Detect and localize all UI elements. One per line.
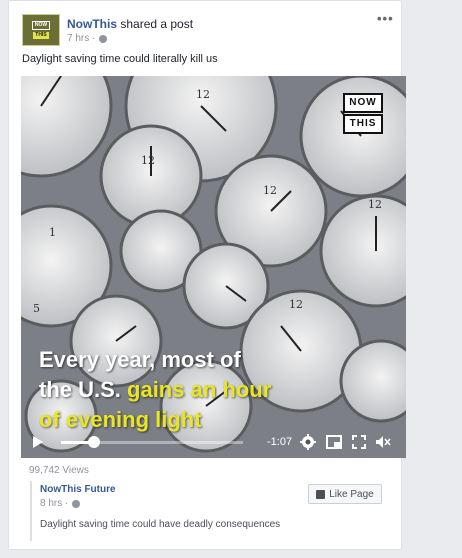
- post-timestamp[interactable]: 7 hrs ·: [67, 33, 95, 44]
- play-icon[interactable]: [33, 436, 43, 448]
- overlay-line-2: the U.S. gains an hour: [39, 375, 271, 405]
- fullscreen-icon[interactable]: [351, 434, 367, 450]
- svg-text:12: 12: [141, 154, 155, 167]
- globe-icon: [99, 34, 108, 43]
- svg-text:1: 1: [49, 226, 56, 239]
- author-link[interactable]: NowThis: [67, 17, 117, 31]
- scrubber-handle[interactable]: [87, 436, 100, 448]
- more-options-icon[interactable]: •••: [377, 11, 394, 26]
- overlay-line-2-highlight: gains an hour: [127, 377, 272, 402]
- like-page-button[interactable]: Like Page: [308, 484, 382, 504]
- nowthis-watermark: NOW THIS: [343, 93, 383, 134]
- like-page-label: Like Page: [329, 488, 374, 500]
- overlay-line-1: Every year, most of: [39, 347, 241, 372]
- avatar-logo-top: NOW: [31, 21, 51, 30]
- shared-post: NowThis Future 8 hrs · Like Page Dayligh…: [30, 481, 402, 541]
- video-controls: -1:07: [21, 428, 406, 458]
- theater-icon[interactable]: [326, 434, 342, 450]
- svg-text:5: 5: [33, 302, 40, 315]
- shared-meta: 8 hrs ·: [40, 498, 81, 509]
- page-avatar[interactable]: NOW THIS: [22, 14, 60, 46]
- shared-page-link[interactable]: NowThis Future: [40, 484, 116, 495]
- mute-icon[interactable]: [375, 434, 391, 450]
- svg-text:12: 12: [289, 298, 303, 311]
- time-remaining: -1:07: [267, 436, 293, 448]
- video-player[interactable]: 12 12 12 12 12 1 5 NOW THIS Every year, …: [21, 76, 406, 458]
- thumbs-up-icon: [316, 489, 326, 499]
- view-count: 99,742 Views: [29, 465, 89, 476]
- post-action: shared a post: [120, 17, 194, 31]
- avatar-logo-bottom: THIS: [33, 32, 49, 39]
- video-overlay-text: Every year, most of the U.S. gains an ho…: [39, 345, 271, 435]
- watermark-top: NOW: [343, 93, 383, 113]
- post-header: NowThis shared a post: [67, 17, 193, 31]
- svg-text:12: 12: [196, 88, 210, 101]
- watermark-bottom: THIS: [343, 114, 383, 134]
- post-caption: Daylight saving time could literally kil…: [22, 53, 218, 65]
- overlay-line-2-plain: the U.S.: [39, 377, 128, 402]
- shared-caption: Daylight saving time could have deadly c…: [40, 519, 281, 530]
- settings-icon[interactable]: [300, 434, 316, 450]
- shared-timestamp[interactable]: 8 hrs ·: [40, 498, 68, 509]
- globe-icon: [72, 499, 81, 508]
- svg-text:12: 12: [368, 198, 382, 211]
- post-card: NOW THIS NowThis shared a post 7 hrs · •…: [8, 0, 406, 550]
- post-meta: 7 hrs ·: [67, 33, 108, 44]
- svg-text:12: 12: [263, 184, 277, 197]
